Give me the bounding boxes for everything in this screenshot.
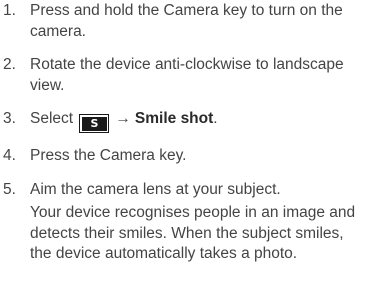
step-number: 1. xyxy=(3,2,16,19)
step-3: 3. Select S → Smile shot. xyxy=(0,109,369,133)
step-1: 1. Press and hold the Camera key to turn… xyxy=(0,1,369,42)
shooting-mode-icon-letter: S xyxy=(81,116,107,131)
step-4: 4. Press the Camera key. xyxy=(0,146,369,167)
step-text: Press and hold the Camera key to turn on… xyxy=(30,2,343,40)
step-number: 4. xyxy=(3,147,16,164)
step-text: Press the Camera key. xyxy=(30,147,187,164)
shooting-mode-icon: S xyxy=(79,114,110,133)
step-suffix: . xyxy=(213,110,218,127)
step-text: Aim the camera lens at your subject. xyxy=(30,180,281,198)
step-number: 3. xyxy=(3,110,16,127)
step-body: Aim the camera lens at your subject. You… xyxy=(30,180,369,265)
step-5: 5. Aim the camera lens at your subject. … xyxy=(0,180,369,265)
step-number: 5. xyxy=(3,180,16,198)
step-text: Select S → Smile shot. xyxy=(30,109,369,133)
instruction-page: 1. Press and hold the Camera key to turn… xyxy=(0,0,369,284)
step-number: 2. xyxy=(3,56,16,73)
menu-option-smile-shot: Smile shot xyxy=(134,110,214,127)
arrow-icon: → xyxy=(115,110,131,127)
steps-list: 1. Press and hold the Camera key to turn… xyxy=(0,1,369,265)
step-prefix: Select xyxy=(30,110,74,127)
step-2: 2. Rotate the device anti-clockwise to l… xyxy=(0,55,369,96)
step-text: Rotate the device anti-clockwise to land… xyxy=(30,56,344,94)
step-description: Your device recognises people in an imag… xyxy=(30,204,356,262)
